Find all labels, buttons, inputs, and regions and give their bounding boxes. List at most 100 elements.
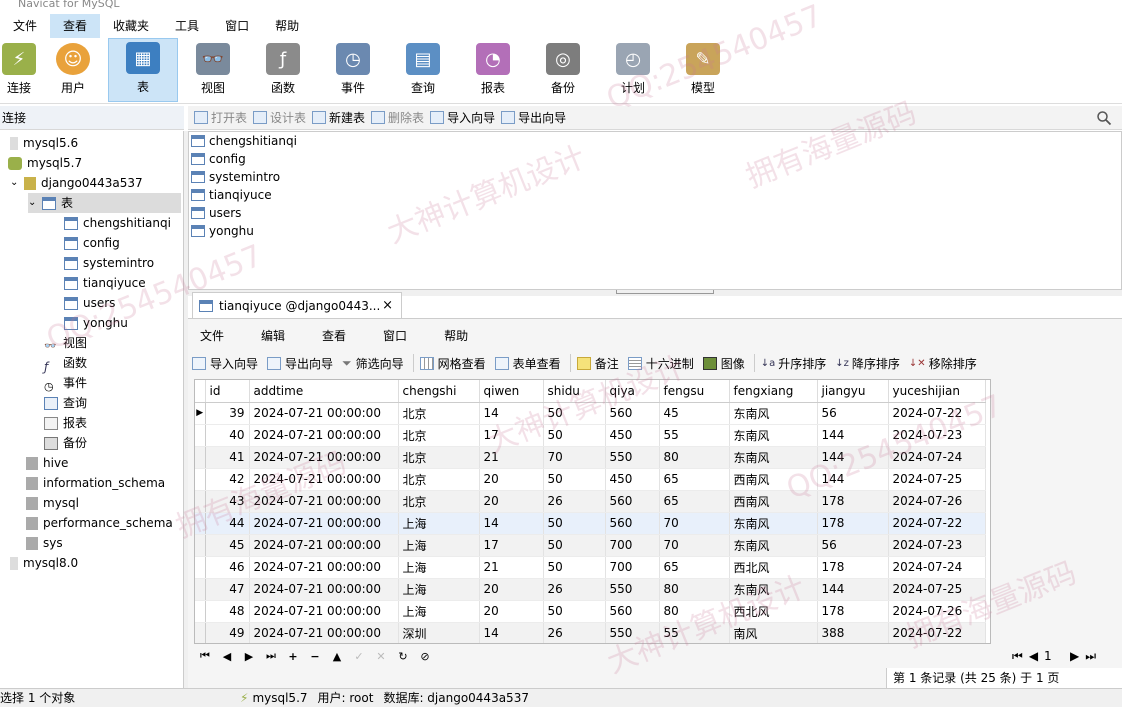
table-cell[interactable]: 西南风: [729, 490, 818, 513]
table-cell[interactable]: 2024-07-26: [888, 490, 986, 513]
splitter-grip[interactable]: [616, 290, 714, 294]
object-item-users[interactable]: users: [189, 204, 1121, 222]
table-cell[interactable]: 2024-07-21 00:00:00: [249, 402, 399, 425]
doc-menu-window[interactable]: 窗口: [371, 327, 419, 344]
table-cell[interactable]: 144: [817, 468, 889, 491]
table-cell[interactable]: 20: [479, 490, 544, 513]
prev-page-icon[interactable]: ◀: [1029, 649, 1038, 663]
tree-item-sys[interactable]: sys: [26, 533, 63, 553]
table-cell[interactable]: 178: [817, 600, 889, 623]
toolbar-function[interactable]: ƒ 函数: [248, 38, 318, 102]
column-header[interactable]: qiya: [605, 380, 660, 403]
column-header[interactable]: fengxiang: [729, 380, 818, 403]
tree-item-hive[interactable]: hive: [26, 453, 68, 473]
table-cell[interactable]: 东南风: [729, 512, 818, 535]
tree-item-backups[interactable]: 备份: [44, 433, 87, 453]
table-cell[interactable]: 144: [817, 424, 889, 447]
table-cell[interactable]: 西北风: [729, 556, 818, 579]
add-record-icon[interactable]: +: [282, 650, 304, 663]
row-header[interactable]: [195, 556, 206, 579]
table-cell[interactable]: 45: [205, 534, 250, 557]
table-cell[interactable]: 14: [479, 622, 544, 643]
menu-help[interactable]: 帮助: [262, 14, 312, 38]
table-cell[interactable]: 2024-07-24: [888, 446, 986, 469]
object-item-tianqiyuce[interactable]: tianqiyuce: [189, 186, 1121, 204]
sort-ascending-button[interactable]: ↓a 升序排序: [761, 355, 827, 372]
table-cell[interactable]: 560: [605, 600, 660, 623]
menu-window[interactable]: 窗口: [212, 14, 262, 38]
delete-table-button[interactable]: 删除表: [371, 109, 424, 126]
first-record-icon[interactable]: ⏮: [194, 649, 216, 663]
table-cell[interactable]: 50: [543, 468, 606, 491]
table-cell[interactable]: 深圳: [398, 622, 480, 643]
tree-item-systemintro[interactable]: systemintro: [64, 253, 154, 273]
row-header[interactable]: [195, 534, 206, 557]
object-item-chengshitianqi[interactable]: chengshitianqi: [189, 132, 1121, 150]
table-cell[interactable]: 56: [817, 534, 889, 557]
table-cell[interactable]: 56: [817, 402, 889, 425]
table-cell[interactable]: 80: [659, 600, 730, 623]
toolbar-backup[interactable]: ◎ 备份: [528, 38, 598, 102]
table-cell[interactable]: 14: [479, 512, 544, 535]
table-cell[interactable]: 2024-07-21 00:00:00: [249, 446, 399, 469]
form-view-button[interactable]: 表单查看: [494, 355, 561, 372]
table-row[interactable]: 49 2024-07-21 00:00:00 深圳 14 26 550 55 南风 388 202…: [195, 622, 986, 643]
tree-item-yonghu[interactable]: yonghu: [64, 313, 128, 333]
toolbar-schedule[interactable]: ◴ 计划: [598, 38, 668, 102]
prev-record-icon[interactable]: ◀: [216, 650, 238, 663]
doc-menu-help[interactable]: 帮助: [432, 327, 480, 344]
row-header[interactable]: [195, 622, 206, 643]
tree-item-mysql80[interactable]: mysql8.0: [10, 553, 78, 573]
column-header[interactable]: fengsu: [659, 380, 730, 403]
tree-item-django0443a537[interactable]: ⌄ django0443a537: [10, 173, 143, 193]
table-cell[interactable]: 50: [543, 424, 606, 447]
table-cell[interactable]: 上海: [398, 512, 480, 535]
tree-item-mysql57[interactable]: mysql5.7: [8, 153, 82, 173]
table-cell[interactable]: 2024-07-21 00:00:00: [249, 512, 399, 535]
design-table-button[interactable]: 设计表: [253, 109, 306, 126]
table-cell[interactable]: 2024-07-21 00:00:00: [249, 534, 399, 557]
toolbar-event[interactable]: ◷ 事件: [318, 38, 388, 102]
last-page-icon[interactable]: ⏭: [1085, 649, 1096, 664]
table-cell[interactable]: 560: [605, 512, 660, 535]
row-header[interactable]: [195, 512, 206, 535]
column-header[interactable]: chengshi: [398, 380, 480, 403]
tree-item-mysql56[interactable]: mysql5.6: [10, 133, 78, 153]
chevron-down-icon[interactable]: ⌄: [28, 193, 42, 213]
table-row[interactable]: 45 2024-07-21 00:00:00 上海 17 50 700 70 东南风 56 202…: [195, 534, 986, 557]
row-header[interactable]: [195, 490, 206, 513]
table-cell[interactable]: 东南风: [729, 578, 818, 601]
doc-menu-view[interactable]: 查看: [310, 327, 358, 344]
table-cell[interactable]: 80: [659, 578, 730, 601]
row-header[interactable]: [195, 600, 206, 623]
table-cell[interactable]: 北京: [398, 446, 480, 469]
tree-item-reports[interactable]: 报表: [44, 413, 87, 433]
column-header[interactable]: addtime: [249, 380, 399, 403]
table-row[interactable]: 47 2024-07-21 00:00:00 上海 20 26 550 80 东南风 144 20…: [195, 578, 986, 601]
table-cell[interactable]: 700: [605, 534, 660, 557]
table-cell[interactable]: 2024-07-22: [888, 512, 986, 535]
toolbar-report[interactable]: ◔ 报表: [458, 38, 528, 102]
close-icon[interactable]: ×: [382, 298, 393, 313]
tree-item-queries[interactable]: 查询: [44, 393, 87, 413]
table-cell[interactable]: 北京: [398, 402, 480, 425]
tree-item-information-schema[interactable]: information_schema: [26, 473, 165, 493]
column-header[interactable]: qiwen: [479, 380, 544, 403]
table-row[interactable]: ▶ 39 2024-07-21 00:00:00 北京 14 50 560 45 东南风 56 20…: [195, 402, 986, 425]
table-row[interactable]: 41 2024-07-21 00:00:00 北京 21 70 550 80 东南风 144 20…: [195, 446, 986, 469]
tree-item-mysql[interactable]: mysql: [26, 493, 79, 513]
remove-sort-button[interactable]: ↓✕ 移除排序: [909, 355, 977, 372]
table-cell[interactable]: 65: [659, 468, 730, 491]
table-row[interactable]: 44 2024-07-21 00:00:00 上海 14 50 560 70 东南风 178 20…: [195, 512, 986, 535]
table-cell[interactable]: 55: [659, 622, 730, 643]
tree-item-chengshitianqi[interactable]: chengshitianqi: [64, 213, 171, 233]
last-record-icon[interactable]: ⏭: [260, 649, 282, 663]
memo-button[interactable]: 备注: [576, 355, 619, 372]
table-cell[interactable]: 178: [817, 512, 889, 535]
table-cell[interactable]: 2024-07-21 00:00:00: [249, 622, 399, 643]
table-cell[interactable]: 上海: [398, 578, 480, 601]
toolbar-table[interactable]: ▦ 表: [108, 38, 178, 102]
table-cell[interactable]: 43: [205, 490, 250, 513]
table-cell[interactable]: 20: [479, 600, 544, 623]
table-cell[interactable]: 65: [659, 490, 730, 513]
